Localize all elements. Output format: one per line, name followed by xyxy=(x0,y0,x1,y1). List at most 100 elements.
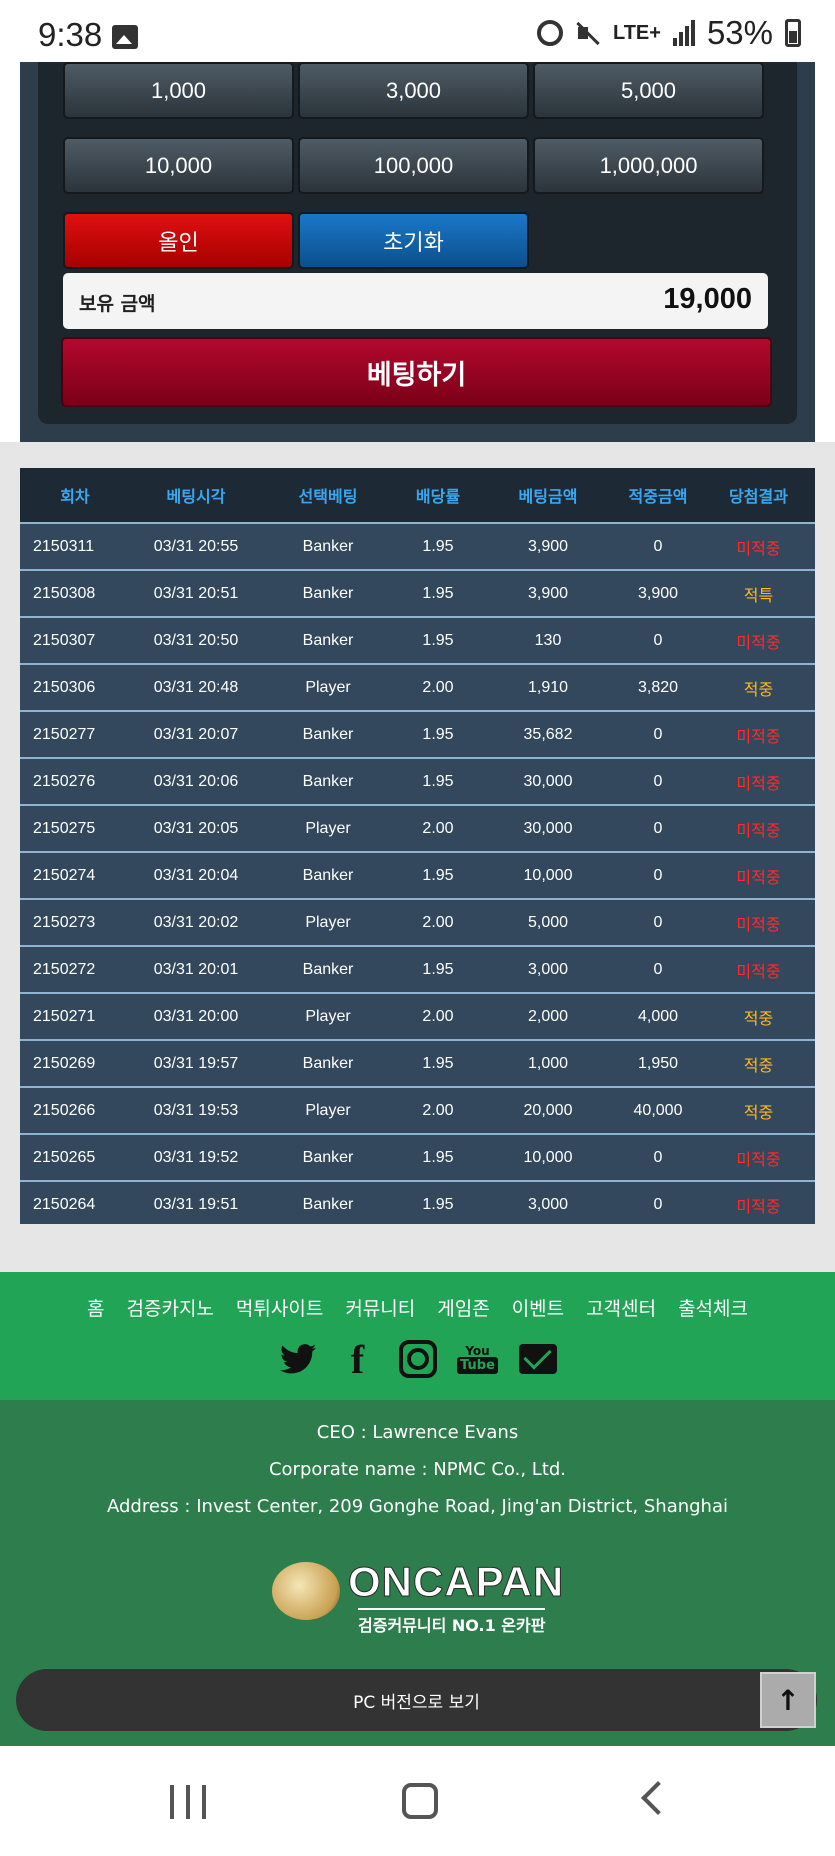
footer-info: CEO : Lawrence Evans Corporate name : NP… xyxy=(0,1400,835,1746)
chip-button[interactable]: 1,000,000 xyxy=(533,137,764,194)
table-row: 2150276 03/31 20:06 Banker 1.95 30,000 0 미적중 xyxy=(20,757,815,804)
cell-time: 03/31 20:04 xyxy=(153,866,239,884)
recent-apps-icon[interactable] xyxy=(170,1785,206,1819)
battery-percent: 53% xyxy=(706,14,773,51)
table-header: 회차 베팅시각 선택베팅 배당률 베팅금액 적중금액 당첨결과 xyxy=(20,468,815,522)
corporate-text: Corporate name : NPMC Co., Ltd. xyxy=(268,1459,567,1480)
footer-link-verified-casino[interactable]: 검증카지노 xyxy=(127,1294,214,1321)
cell-round: 2150274 xyxy=(33,866,96,884)
table-row: 2150273 03/31 20:02 Player 2.00 5,000 0 미적중 xyxy=(20,898,815,945)
table-row: 2150308 03/31 20:51 Banker 1.95 3,900 3,900 적특 xyxy=(20,569,815,616)
table-row: 2150277 03/31 20:07 Banker 1.95 35,682 0 미적중 xyxy=(20,710,815,757)
footer-link-home[interactable]: 홈 xyxy=(87,1294,104,1321)
reset-button[interactable]: 초기화 xyxy=(298,212,529,269)
cell-payout: 1,950 xyxy=(637,1054,679,1072)
chip-button[interactable]: 1,000 xyxy=(63,62,294,119)
cell-pick: Banker xyxy=(302,725,354,743)
cell-round: 2150308 xyxy=(33,584,96,602)
chip-button[interactable]: 5,000 xyxy=(533,62,764,119)
back-icon[interactable] xyxy=(641,1781,675,1815)
footer-link-support[interactable]: 고객센터 xyxy=(586,1294,656,1321)
youtube-icon[interactable]: You Tube xyxy=(457,1340,498,1378)
cell-payout: 0 xyxy=(653,725,663,743)
allin-button[interactable]: 올인 xyxy=(63,212,294,269)
table-row: 2150265 03/31 19:52 Banker 1.95 10,000 0 미적중 xyxy=(20,1133,815,1180)
cell-odds: 1.95 xyxy=(422,960,454,978)
cell-amount: 10,000 xyxy=(523,1148,573,1166)
cell-payout: 0 xyxy=(653,537,663,555)
cell-odds: 1.95 xyxy=(422,1195,454,1213)
footer-link-events[interactable]: 이벤트 xyxy=(512,1294,564,1321)
chip-button[interactable]: 100,000 xyxy=(298,137,529,194)
cell-round: 2150271 xyxy=(33,1007,96,1025)
cell-pick: Banker xyxy=(302,584,354,602)
cell-odds: 2.00 xyxy=(422,1101,454,1119)
cell-pick: Banker xyxy=(302,631,354,649)
header-odds: 배당률 xyxy=(415,487,461,506)
footer-link-scam-sites[interactable]: 먹튀사이트 xyxy=(236,1294,323,1321)
cell-result: 미적중 xyxy=(736,634,781,652)
cell-amount: 35,682 xyxy=(523,725,573,743)
home-icon[interactable] xyxy=(402,1783,438,1819)
cell-odds: 1.95 xyxy=(422,725,454,743)
battery-icon xyxy=(785,19,801,47)
cell-round: 2150269 xyxy=(33,1054,96,1072)
cell-result: 미적중 xyxy=(736,869,781,887)
cell-result: 적중 xyxy=(743,1104,774,1122)
status-time: 9:38 xyxy=(38,16,103,53)
cell-pick: Banker xyxy=(302,537,354,555)
alarm-icon xyxy=(536,20,563,46)
logo-emblem-icon xyxy=(272,1562,340,1620)
cell-payout: 0 xyxy=(653,866,663,884)
cell-result: 미적중 xyxy=(736,963,781,981)
cell-odds: 1.95 xyxy=(422,537,454,555)
instagram-icon[interactable] xyxy=(398,1340,437,1378)
footer-links: 홈 검증카지노 먹튀사이트 커뮤니티 게임존 이벤트 고객센터 출석체크 xyxy=(0,1294,835,1321)
oncapan-logo[interactable]: ONCAPAN 검증커뮤니티 NO.1 온카판 xyxy=(272,1558,564,1635)
cell-odds: 1.95 xyxy=(422,866,454,884)
table-row: 2150307 03/31 20:50 Banker 1.95 130 0 미적중 xyxy=(20,616,815,663)
balance-label: 보유 금액 xyxy=(79,293,156,315)
social-links: f You Tube xyxy=(0,1337,835,1382)
cell-pick: Player xyxy=(305,1007,351,1025)
cell-amount: 5,000 xyxy=(527,913,569,931)
cell-round: 2150307 xyxy=(33,631,96,649)
cell-payout: 4,000 xyxy=(637,1007,679,1025)
cell-payout: 3,900 xyxy=(637,584,679,602)
cell-odds: 1.95 xyxy=(422,1054,454,1072)
pc-version-button[interactable]: PC 버전으로 보기 xyxy=(16,1669,817,1731)
scroll-top-button[interactable]: ↑ xyxy=(760,1672,816,1728)
balance-value: 19,000 xyxy=(663,283,752,315)
cell-time: 03/31 19:52 xyxy=(153,1148,239,1166)
cell-result: 미적중 xyxy=(736,822,781,840)
twitter-icon[interactable] xyxy=(279,1340,317,1378)
chip-button[interactable]: 3,000 xyxy=(298,62,529,119)
header-time: 베팅시각 xyxy=(166,487,226,506)
footer-nav: 홈 검증카지노 먹튀사이트 커뮤니티 게임존 이벤트 고객센터 출석체크 f Y… xyxy=(0,1272,835,1400)
system-nav-bar xyxy=(0,1746,835,1856)
cell-pick: Player xyxy=(305,678,351,696)
mail-icon[interactable] xyxy=(518,1344,557,1374)
cell-odds: 1.95 xyxy=(422,631,454,649)
cell-round: 2150275 xyxy=(33,819,96,837)
cell-odds: 1.95 xyxy=(422,584,454,602)
facebook-icon[interactable]: f xyxy=(339,1337,377,1382)
cell-odds: 1.95 xyxy=(422,1148,454,1166)
header-amount: 베팅금액 xyxy=(518,487,578,506)
cell-round: 2150276 xyxy=(33,772,96,790)
table-row: 2150269 03/31 19:57 Banker 1.95 1,000 1,950 적중 xyxy=(20,1039,815,1086)
cell-amount: 3,900 xyxy=(527,537,569,555)
cell-pick: Player xyxy=(305,913,351,931)
network-type: LTE+ xyxy=(612,22,661,44)
footer-link-attendance[interactable]: 출석체크 xyxy=(678,1294,748,1321)
table-row: 2150306 03/31 20:48 Player 2.00 1,910 3,820 적중 xyxy=(20,663,815,710)
cell-round: 2150277 xyxy=(33,725,96,743)
cell-result: 미적중 xyxy=(736,540,781,558)
cell-result: 미적중 xyxy=(736,1151,781,1169)
cell-round: 2150273 xyxy=(33,913,96,931)
footer-link-game-zone[interactable]: 게임존 xyxy=(437,1294,489,1321)
footer-link-community[interactable]: 커뮤니티 xyxy=(345,1294,415,1321)
place-bet-button[interactable]: 베팅하기 xyxy=(61,337,772,407)
mute-icon xyxy=(575,20,601,46)
chip-button[interactable]: 10,000 xyxy=(63,137,294,194)
